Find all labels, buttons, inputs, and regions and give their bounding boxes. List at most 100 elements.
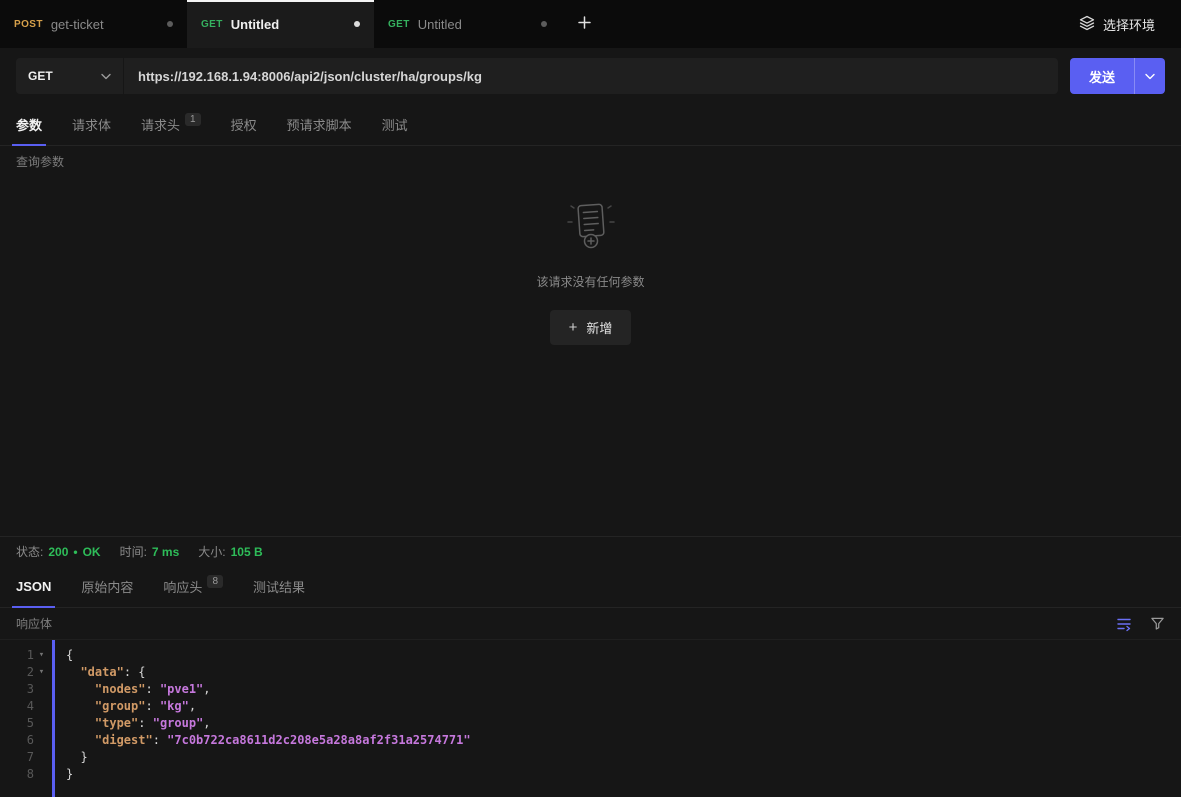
editor-tab-2[interactable]: GETUntitled bbox=[374, 0, 561, 48]
env-label: 选择环境 bbox=[1103, 15, 1155, 34]
request-tab-label: 请求体 bbox=[72, 115, 111, 134]
code-line: { bbox=[66, 647, 1181, 664]
line-number: 3 bbox=[16, 681, 34, 698]
json-value: "pve1" bbox=[160, 682, 203, 696]
editor-tab-1[interactable]: GETUntitled bbox=[187, 0, 374, 48]
json-punctuation: { bbox=[66, 648, 73, 662]
json-punctuation: , bbox=[189, 699, 196, 713]
empty-state-text: 该请求没有任何参数 bbox=[536, 273, 644, 290]
json-punctuation: } bbox=[66, 767, 73, 781]
code-gutter: 1▾2▾345678 bbox=[0, 647, 52, 797]
tab-method-label: POST bbox=[14, 19, 43, 30]
line-number: 7 bbox=[16, 749, 34, 766]
code-line: "nodes": "pve1", bbox=[66, 681, 1181, 698]
request-tab-label: 测试 bbox=[382, 115, 408, 134]
response-tab-3[interactable]: 测试结果 bbox=[253, 566, 305, 607]
request-tab-0[interactable]: 参数 bbox=[16, 104, 42, 145]
json-punctuation: : bbox=[138, 716, 152, 730]
method-select[interactable]: GET bbox=[16, 58, 124, 94]
query-params-label: 查询参数 bbox=[0, 146, 1181, 176]
response-tab-1[interactable]: 原始内容 bbox=[81, 566, 133, 607]
select-environment-button[interactable]: 选择环境 bbox=[1053, 0, 1181, 48]
json-punctuation bbox=[66, 733, 95, 747]
time-value: 7 ms bbox=[152, 545, 179, 559]
response-body-header: 响应体 bbox=[0, 608, 1181, 640]
tab-bar-spacer bbox=[607, 0, 1053, 48]
send-button[interactable]: 发送 bbox=[1070, 58, 1165, 94]
request-tab-2[interactable]: 请求头1 bbox=[141, 104, 201, 145]
fold-icon[interactable]: ▾ bbox=[34, 664, 49, 681]
gutter-line: 8 bbox=[0, 766, 52, 783]
json-punctuation: , bbox=[203, 716, 210, 730]
response-body-label: 响应体 bbox=[16, 615, 52, 632]
size-value: 105 B bbox=[231, 545, 263, 559]
empty-state-icon bbox=[565, 200, 617, 257]
request-tab-3[interactable]: 授权 bbox=[231, 104, 257, 145]
response-tab-label: 原始内容 bbox=[81, 577, 133, 596]
request-tab-5[interactable]: 测试 bbox=[382, 104, 408, 145]
filter-icon[interactable] bbox=[1150, 616, 1165, 631]
gutter-line: 5 bbox=[0, 715, 52, 732]
json-punctuation bbox=[66, 682, 95, 696]
line-number: 4 bbox=[16, 698, 34, 715]
json-punctuation: : bbox=[145, 682, 159, 696]
gutter-line: 1▾ bbox=[0, 647, 52, 664]
app-root: POSTget-ticketGETUntitledGETUntitled 选择环… bbox=[0, 0, 1181, 797]
gutter-line: 4 bbox=[0, 698, 52, 715]
response-tab-badge: 8 bbox=[207, 575, 223, 588]
response-tabs: JSON 原始内容 响应头 8 测试结果 bbox=[0, 566, 1181, 608]
response-body-viewer[interactable]: 1▾2▾345678 { "data": { "nodes": "pve1", … bbox=[0, 640, 1181, 797]
request-bar: GET 发送 bbox=[0, 48, 1181, 104]
new-tab-button[interactable] bbox=[561, 0, 607, 48]
chevron-down-icon bbox=[101, 67, 111, 85]
editor-tab-0[interactable]: POST get-ticket bbox=[0, 0, 187, 48]
line-number: 2 bbox=[16, 664, 34, 681]
unsaved-dot-icon bbox=[167, 21, 173, 27]
status-text: OK bbox=[83, 545, 101, 559]
code-line: "type": "group", bbox=[66, 715, 1181, 732]
tab-title: Untitled bbox=[418, 17, 533, 32]
response-tab-label: 响应头 bbox=[163, 577, 202, 596]
line-number: 5 bbox=[16, 715, 34, 732]
fold-icon[interactable]: ▾ bbox=[34, 647, 49, 664]
code-content: { "data": { "nodes": "pve1", "group": "k… bbox=[55, 647, 1181, 797]
plus-icon: + bbox=[569, 320, 578, 335]
json-key: "group" bbox=[95, 699, 146, 713]
response-tab-2[interactable]: 响应头 8 bbox=[163, 566, 223, 607]
tab-title: get-ticket bbox=[51, 17, 159, 32]
json-value: "group" bbox=[153, 716, 204, 730]
request-tab-label: 参数 bbox=[16, 115, 42, 134]
gutter-line: 6 bbox=[0, 732, 52, 749]
code-line: } bbox=[66, 766, 1181, 783]
gutter-line: 2▾ bbox=[0, 664, 52, 681]
add-param-label: 新增 bbox=[586, 318, 612, 337]
code-line: "data": { bbox=[66, 664, 1181, 681]
request-tab-label: 预请求脚本 bbox=[287, 115, 352, 134]
tab-title: Untitled bbox=[231, 17, 346, 32]
response-tab-0[interactable]: JSON bbox=[16, 566, 51, 607]
params-empty-state: 该请求没有任何参数 + 新增 bbox=[0, 176, 1181, 536]
json-punctuation bbox=[66, 699, 95, 713]
status-label: 状态: bbox=[16, 543, 43, 560]
unsaved-dot-icon bbox=[541, 21, 547, 27]
send-options-button[interactable] bbox=[1135, 58, 1165, 94]
json-punctuation: } bbox=[66, 750, 88, 764]
gutter-line: 3 bbox=[0, 681, 52, 698]
request-tab-badge: 1 bbox=[185, 113, 201, 126]
tab-bar: POST get-ticket GETUntitledGETUntitled 选择环… bbox=[0, 0, 1181, 48]
url-input[interactable] bbox=[124, 58, 1058, 94]
json-punctuation: : bbox=[153, 733, 167, 747]
line-number: 8 bbox=[16, 766, 34, 783]
wrap-text-icon[interactable] bbox=[1116, 616, 1132, 632]
line-number: 1 bbox=[16, 647, 34, 664]
method-label: GET bbox=[28, 69, 53, 83]
code-line: "digest": "7c0b722ca8611d2c208e5a28a8af2… bbox=[66, 732, 1181, 749]
request-tab-4[interactable]: 预请求脚本 bbox=[287, 104, 352, 145]
request-tab-1[interactable]: 请求体 bbox=[72, 104, 111, 145]
response-tab-label: 测试结果 bbox=[253, 577, 305, 596]
json-key: "nodes" bbox=[95, 682, 146, 696]
json-punctuation bbox=[66, 716, 95, 730]
unsaved-dot-icon bbox=[354, 21, 360, 27]
size-label: 大小: bbox=[198, 543, 225, 560]
add-param-button[interactable]: + 新增 bbox=[550, 310, 632, 345]
